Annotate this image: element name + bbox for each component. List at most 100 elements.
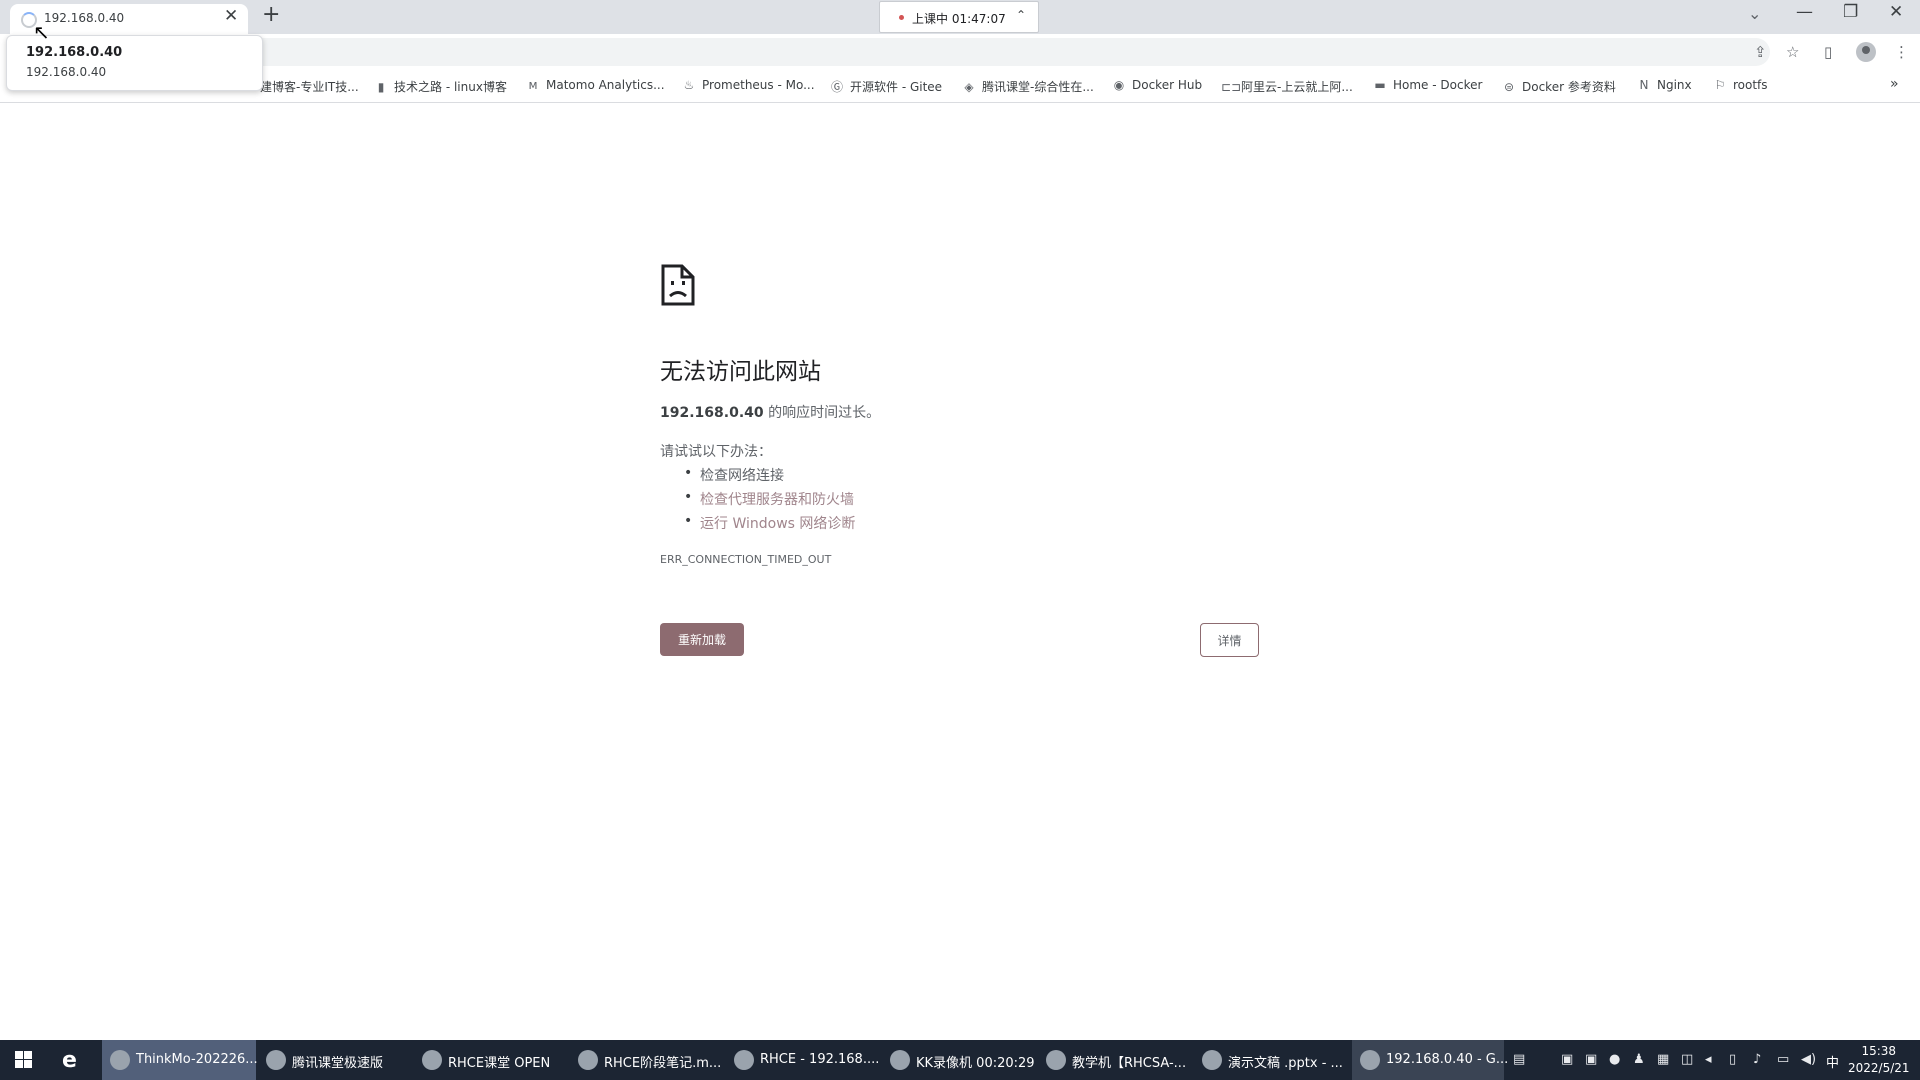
tray-app-icon[interactable]: ▣	[1585, 1052, 1597, 1067]
bookmark-item[interactable]: ♨ Prometheus - Mo...	[682, 78, 815, 92]
try-label: 请试试以下办法：	[660, 444, 772, 460]
bookmark-label: rootfs	[1733, 78, 1768, 92]
app-icon	[1202, 1050, 1222, 1070]
bookmark-label: Prometheus - Mo...	[702, 78, 815, 92]
address-bar[interactable]	[200, 38, 1770, 66]
taskbar-item[interactable]: KK录像机 00:20:29	[882, 1040, 1035, 1080]
error-host: 192.168.0.40	[660, 405, 764, 421]
taskbar-item[interactable]: 192.168.0.40 - G...	[1352, 1040, 1508, 1080]
docker-icon: ◉	[1113, 78, 1125, 92]
tab-title: 192.168.0.40	[44, 11, 125, 25]
browser-toolbar: ⇪ ☆ ▯ ⋮	[0, 34, 1920, 70]
error-code: ERR_CONNECTION_TIMED_OUT	[660, 553, 832, 566]
windows-start-icon[interactable]	[0, 1040, 48, 1080]
details-button[interactable]: 详情	[1200, 623, 1259, 657]
clock-time: 15:38	[1861, 1044, 1897, 1058]
taskbar-item[interactable]: 演示文稿 .pptx - ...	[1194, 1040, 1344, 1080]
taskbar-item[interactable]: RHCE课堂 OPEN	[414, 1040, 564, 1080]
volume-icon[interactable]: ◀)	[1801, 1052, 1816, 1067]
bookmark-item[interactable]: ▮ 技术之路 - linux博客	[374, 78, 507, 95]
rootfs-icon: ⚐	[1714, 78, 1726, 92]
bookmark-item[interactable]: ⚐ rootfs	[1713, 78, 1768, 92]
bookmark-star-icon[interactable]: ☆	[1786, 43, 1799, 61]
app-icon	[266, 1050, 286, 1070]
tray-app-icon[interactable]: ◫	[1681, 1052, 1693, 1067]
tray-app-icon[interactable]: ◂	[1705, 1052, 1712, 1067]
taskbar-item-label: KK录像机 00:20:29	[916, 1056, 1035, 1071]
bookmark-label: 技术之路 - linux博客	[394, 80, 507, 94]
taskbar-item[interactable]: 腾讯课堂极速版	[258, 1040, 408, 1080]
chevron-up-icon[interactable]: ⌃	[1016, 8, 1026, 22]
taskbar-item-label: ThinkMo-202226...	[136, 1052, 258, 1067]
app-icon	[1360, 1050, 1380, 1070]
share-icon[interactable]: ⇪	[1754, 43, 1767, 61]
bookmark-item[interactable]: ⊏⊐阿里云-上云就上阿...	[1221, 78, 1353, 95]
bookmark-item[interactable]: Ⓖ 开源软件 - Gitee	[830, 78, 942, 95]
chat-icon[interactable]: ▤	[1513, 1052, 1525, 1067]
clock-date: 2022/5/21	[1848, 1061, 1910, 1075]
bookmarks-overflow-button[interactable]: »	[1890, 76, 1899, 92]
close-window-button[interactable]: ✕	[1889, 2, 1903, 22]
bookmark-label: Matomo Analytics...	[546, 78, 665, 92]
taskbar-item[interactable]: RHCE - 192.168....	[726, 1040, 880, 1080]
bookmark-label: Nginx	[1657, 78, 1692, 92]
profile-avatar[interactable]	[1856, 42, 1876, 62]
taskbar-item-label: 腾讯课堂极速版	[292, 1056, 384, 1071]
bookmark-label: 阿里云-上云就上阿...	[1241, 80, 1353, 94]
tab-strip: 192.168.0.40 ✕ + 上课中 01:47:07 ⌃ ⌄ — ❐ ✕	[0, 0, 1920, 34]
tray-app-icon[interactable]: ▦	[1657, 1052, 1669, 1067]
error-title: 无法访问此网站	[660, 359, 821, 385]
minimize-button[interactable]: —	[1796, 2, 1813, 22]
suggestion-windows-diagnostics-link[interactable]: 运行 Windows 网络诊断	[684, 513, 855, 533]
taskbar-item-label: RHCE课堂 OPEN	[448, 1056, 551, 1071]
restore-button[interactable]: ❐	[1843, 2, 1858, 22]
app-icon	[110, 1050, 130, 1070]
tab-search-icon[interactable]: ⌄	[1748, 4, 1761, 23]
bookmark-label: Docker Hub	[1132, 78, 1203, 92]
tray-app-icon[interactable]: ●	[1609, 1052, 1620, 1067]
new-tab-button[interactable]: +	[262, 2, 280, 27]
bookmark-icon: ▮	[377, 80, 385, 94]
taskbar-item[interactable]: 教学机【RHCSA-...	[1038, 1040, 1188, 1080]
menu-icon[interactable]: ⋮	[1894, 43, 1909, 61]
bookmark-item[interactable]: ᴍ Matomo Analytics...	[526, 78, 665, 92]
mouse-cursor-icon: ↖	[33, 20, 50, 44]
usb-icon[interactable]: ▯	[1729, 1052, 1736, 1067]
taskbar-item-label: RHCE阶段笔记.m...	[604, 1056, 722, 1071]
edge-browser-icon[interactable]: e	[62, 1048, 77, 1073]
tab-close-icon[interactable]: ✕	[224, 6, 238, 26]
ime-indicator[interactable]: 中	[1826, 1052, 1839, 1071]
bookmark-item[interactable]: ⊜ Docker 参考资料	[1502, 78, 1616, 95]
taskbar-item[interactable]: ThinkMo-202226...	[102, 1040, 258, 1080]
aliyun-icon: ⊏⊐	[1221, 80, 1242, 94]
tooltip-url: 192.168.0.40	[26, 65, 107, 79]
bookmark-item[interactable]: ▬ Home - Docker	[1373, 78, 1482, 92]
class-status-indicator[interactable]: 上课中 01:47:07 ⌃	[879, 1, 1039, 33]
taskbar-item-label: RHCE - 192.168....	[760, 1052, 880, 1067]
taskbar-item[interactable]: RHCE阶段笔记.m...	[570, 1040, 722, 1080]
reload-button[interactable]: 重新加载	[660, 623, 744, 656]
tray-app-icon[interactable]: ▣	[1561, 1052, 1573, 1067]
bookmark-item[interactable]: ◉ Docker Hub	[1112, 78, 1202, 92]
suggestion-check-proxy-link[interactable]: 检查代理服务器和防火墙	[684, 489, 854, 509]
prometheus-icon: ♨	[683, 78, 695, 92]
side-panel-icon[interactable]: ▯	[1824, 43, 1832, 61]
app-icon	[578, 1050, 598, 1070]
nginx-icon: N	[1639, 78, 1649, 92]
taskbar-item-label: 教学机【RHCSA-...	[1072, 1056, 1187, 1071]
bookmark-item[interactable]: ◈ 腾讯课堂-综合性在...	[962, 78, 1093, 95]
bookmark-item[interactable]: N Nginx	[1637, 78, 1692, 92]
sad-document-icon	[661, 264, 695, 306]
tooltip-title: 192.168.0.40	[26, 45, 123, 60]
taskbar-item-label: 演示文稿 .pptx - ...	[1228, 1056, 1343, 1071]
system-clock[interactable]: 15:38 2022/5/21	[1848, 1043, 1910, 1077]
class-status-text: 上课中 01:47:07	[912, 12, 1006, 26]
microphone-icon[interactable]: ♪	[1753, 1052, 1761, 1067]
docs-icon: ⊜	[1503, 80, 1515, 94]
bookmark-item[interactable]: 建博客-专业IT技...	[260, 78, 359, 95]
recording-dot-icon	[899, 15, 904, 20]
network-icon[interactable]: ▭	[1777, 1052, 1789, 1067]
bookmark-label: 建博客-专业IT技...	[260, 80, 359, 94]
tray-app-icon[interactable]: ♟	[1633, 1052, 1645, 1067]
windows-taskbar: e ThinkMo-202226... 腾讯课堂极速版 RHCE课堂 OPEN …	[0, 1040, 1920, 1080]
